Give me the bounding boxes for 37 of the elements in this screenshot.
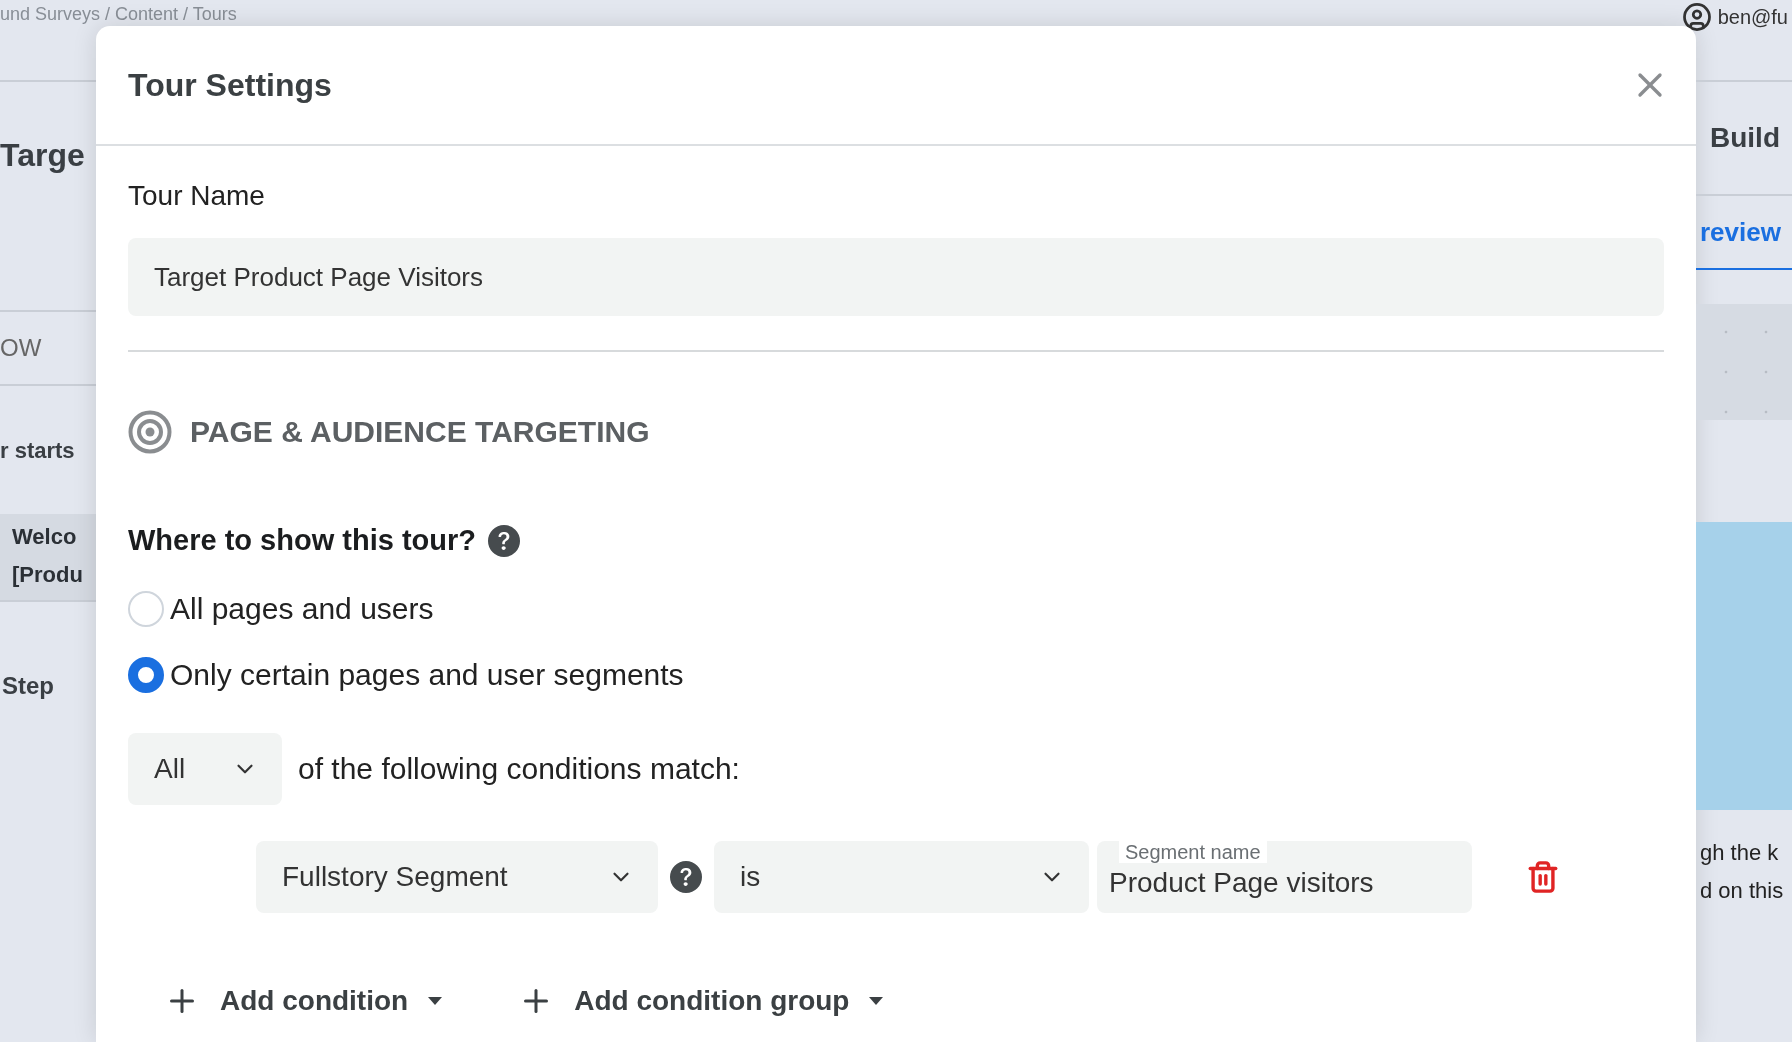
user-icon	[1681, 2, 1712, 32]
delete-button[interactable]	[1526, 860, 1560, 894]
add-condition-button[interactable]: Add condition group	[518, 983, 884, 1019]
modal-title: Tour Settings	[128, 66, 332, 104]
radio-label[interactable]: Only certain pages and user segments	[170, 658, 684, 692]
step-item-text: Welco	[12, 524, 78, 550]
step-label: Step	[1, 672, 55, 700]
page-title: Targe	[0, 137, 86, 174]
body-text: gh the k	[1699, 840, 1780, 866]
panel-label: OW	[0, 334, 43, 362]
selected-step-item[interactable]: Welco [Produ	[0, 514, 96, 602]
tab[interactable]: Build	[1696, 82, 1792, 196]
field-dropdown[interactable]: Fullstory Segment	[256, 841, 658, 913]
match-dropdown[interactable]: All	[128, 733, 282, 805]
trash-icon	[1526, 860, 1560, 894]
user-email: ben@fu	[1717, 5, 1788, 29]
question-text: Where to show this tour?	[128, 524, 476, 557]
section-title: PAGE & AUDIENCE TARGETING	[190, 415, 650, 449]
step-item-text: [Produ	[12, 562, 84, 588]
tour-name-field[interactable]: Target Product Page Visitors	[128, 238, 1664, 316]
floating-label: Segment name	[1119, 841, 1267, 863]
breadcrumb: und Surveys / Content / Tours	[0, 3, 237, 25]
target-icon	[128, 410, 172, 454]
caret-icon	[428, 997, 443, 1005]
match-text: of the following conditions match:	[298, 752, 740, 786]
operator-dropdown[interactable]: is	[714, 841, 1089, 913]
segment-name-field[interactable]: Segment name Product Page visitors	[1097, 841, 1472, 913]
section-heading: r starts	[0, 438, 76, 464]
radio-button[interactable]	[128, 657, 164, 693]
help-icon[interactable]	[488, 524, 520, 557]
help-icon[interactable]	[670, 861, 702, 893]
radio-label[interactable]: All pages and users	[170, 592, 434, 626]
caret-icon	[869, 997, 884, 1005]
field-label: Tour Name	[128, 180, 266, 212]
add-condition-button[interactable]: Add condition	[164, 983, 443, 1019]
tab[interactable]: review	[1696, 196, 1792, 270]
body-text: d on this	[1699, 878, 1785, 904]
